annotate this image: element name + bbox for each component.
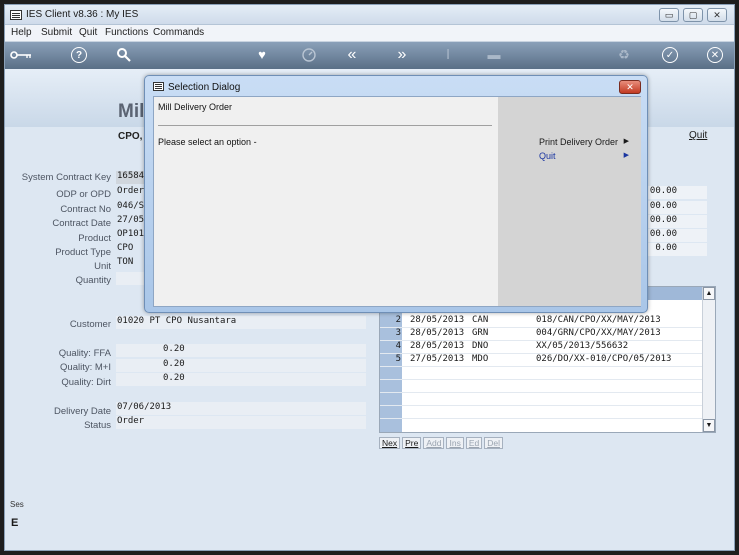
option-label: Quit [539, 151, 556, 161]
grid-buttons: Nex Pre Add Ins Ed Del [379, 437, 505, 449]
row-code: MDO [472, 354, 489, 364]
maximize-button[interactable]: ▢ [683, 8, 703, 22]
window-title: IES Client v8.36 : My IES [26, 9, 139, 20]
row-date: 27/05/2013 [410, 354, 465, 364]
text-cursor-icon[interactable]: Ⅰ [439, 46, 457, 64]
field-label-product: Product [78, 233, 111, 244]
menu-functions[interactable]: Functions [105, 27, 148, 38]
key-icon[interactable] [9, 46, 33, 64]
scroll-up-icon[interactable]: ▲ [703, 287, 715, 300]
field-label-contract-date: Contract Date [52, 218, 111, 229]
dialog-title: Selection Dialog [168, 82, 241, 93]
minimize-button[interactable]: ▭ [659, 8, 679, 22]
dialog-close-button[interactable]: ✕ [619, 80, 641, 94]
table-row[interactable] [380, 406, 702, 419]
session-label: Ses [10, 500, 24, 509]
table-row[interactable]: 4 28/05/2013 DNO XX/05/2013/556632 [380, 341, 702, 354]
previous-button[interactable]: Pre [402, 437, 422, 449]
row-code: GRN [472, 328, 489, 338]
session-glyph: E [11, 517, 19, 529]
edit-button[interactable]: Ed [465, 437, 483, 449]
dialog-heading: Mill Delivery Order [158, 102, 233, 112]
delete-button[interactable]: Del [484, 437, 503, 449]
selection-dialog: Selection Dialog ✕ Mill Delivery Order P… [144, 75, 648, 313]
field-label-system-contract-key: System Contract Key [21, 172, 111, 183]
field-label-delivery-date: Delivery Date [53, 406, 111, 417]
search-icon[interactable] [115, 46, 133, 64]
table-row[interactable]: 2 28/05/2013 CAN 018/CAN/CPO/XX/MAY/2013 [380, 315, 702, 328]
field-delivery-date[interactable]: 07/06/2013 [116, 402, 366, 415]
chevron-right-icon: ▶ [623, 152, 629, 159]
app-icon [10, 10, 22, 20]
field-label-quantity: Quantity [75, 275, 111, 286]
title-bar: IES Client v8.36 : My IES ▭ ▢ ✕ [5, 5, 734, 25]
menu-bar: Help Submit Quit Functions Commands [5, 25, 734, 42]
row-code: CAN [472, 315, 489, 325]
option-quit[interactable]: Quit ▶ [539, 151, 629, 161]
table-row[interactable]: 5 27/05/2013 MDO 026/DO/XX-010/CPO/05/20… [380, 354, 702, 367]
menu-commands[interactable]: Commands [153, 27, 204, 38]
option-label: Print Delivery Order [539, 137, 619, 147]
table-row[interactable] [380, 393, 702, 406]
recycle-icon[interactable]: ♻ [615, 46, 633, 64]
dialog-app-icon [153, 82, 164, 91]
menu-help[interactable]: Help [11, 27, 32, 38]
help-icon[interactable]: ? [71, 47, 87, 63]
dialog-prompt: Please select an option - [158, 137, 257, 147]
row-reference: 018/CAN/CPO/XX/MAY/2013 [536, 315, 661, 325]
close-window-button[interactable]: ✕ [707, 8, 727, 22]
table-row[interactable]: 3 28/05/2013 GRN 004/GRN/CPO/XX/MAY/2013 [380, 328, 702, 341]
fast-forward-icon[interactable]: » [393, 46, 411, 64]
heart-icon[interactable]: ♥ [253, 46, 271, 64]
row-number: 4 [395, 341, 401, 351]
scroll-down-icon[interactable]: ▼ [703, 419, 715, 432]
add-button[interactable]: Add [423, 437, 445, 449]
clear-icon[interactable]: ▬ [485, 46, 503, 64]
field-quality-mi[interactable]: 0.20 [116, 359, 366, 372]
row-number: 5 [395, 354, 401, 364]
table-row[interactable] [380, 380, 702, 393]
close-icon[interactable]: ✕ [707, 47, 723, 63]
row-reference: 004/GRN/CPO/XX/MAY/2013 [536, 328, 661, 338]
rewind-icon[interactable]: « [343, 46, 361, 64]
dialog-body: Mill Delivery Order Please select an opt… [153, 96, 641, 307]
quit-link[interactable]: Quit [689, 130, 707, 141]
field-label-unit: Unit [94, 261, 111, 272]
row-reference: XX/05/2013/556632 [536, 341, 629, 351]
field-label-odp-or-opd: ODP or OPD [56, 189, 111, 200]
field-label-product-type: Product Type [55, 247, 111, 258]
field-label-quality-dirt: Quality: Dirt [61, 377, 111, 388]
field-quality-dirt[interactable]: 0.20 [116, 373, 366, 386]
field-label-quality-mi: Quality: M+I [60, 362, 111, 373]
row-date: 28/05/2013 [410, 315, 465, 325]
menu-quit[interactable]: Quit [79, 27, 97, 38]
clock-icon[interactable] [300, 46, 318, 64]
field-quality-ffa[interactable]: 0.20 [116, 344, 366, 357]
table-row[interactable] [380, 367, 702, 380]
row-code: DNO [472, 341, 489, 351]
dialog-options-panel: Print Delivery Order ▶ Quit ▶ [498, 97, 641, 306]
row-date: 28/05/2013 [410, 341, 465, 351]
dialog-separator [158, 125, 492, 126]
option-print-delivery-order[interactable]: Print Delivery Order ▶ [539, 137, 629, 147]
grid-scrollbar[interactable]: ▲ ▼ [702, 287, 715, 432]
toolbar: ? ♥ « » Ⅰ ▬ ♻ ✓ ✕ [5, 42, 734, 69]
next-button[interactable]: Nex [379, 437, 401, 449]
chevron-right-icon: ▶ [623, 138, 629, 145]
menu-submit[interactable]: Submit [41, 27, 72, 38]
field-status[interactable]: Order [116, 416, 366, 429]
field-label-quality-ffa: Quality: FFA [58, 348, 111, 359]
field-customer[interactable]: 01020 PT CPO Nusantara [116, 316, 366, 329]
check-icon[interactable]: ✓ [662, 47, 678, 63]
insert-button[interactable]: Ins [446, 437, 464, 449]
row-number: 2 [395, 315, 401, 325]
field-label-customer: Customer [69, 319, 111, 330]
row-number: 3 [395, 328, 401, 338]
field-label-status: Status [84, 420, 111, 431]
row-reference: 026/DO/XX-010/CPO/05/2013 [536, 354, 672, 364]
field-label-contract-no: Contract No [60, 204, 111, 215]
row-date: 28/05/2013 [410, 328, 465, 338]
